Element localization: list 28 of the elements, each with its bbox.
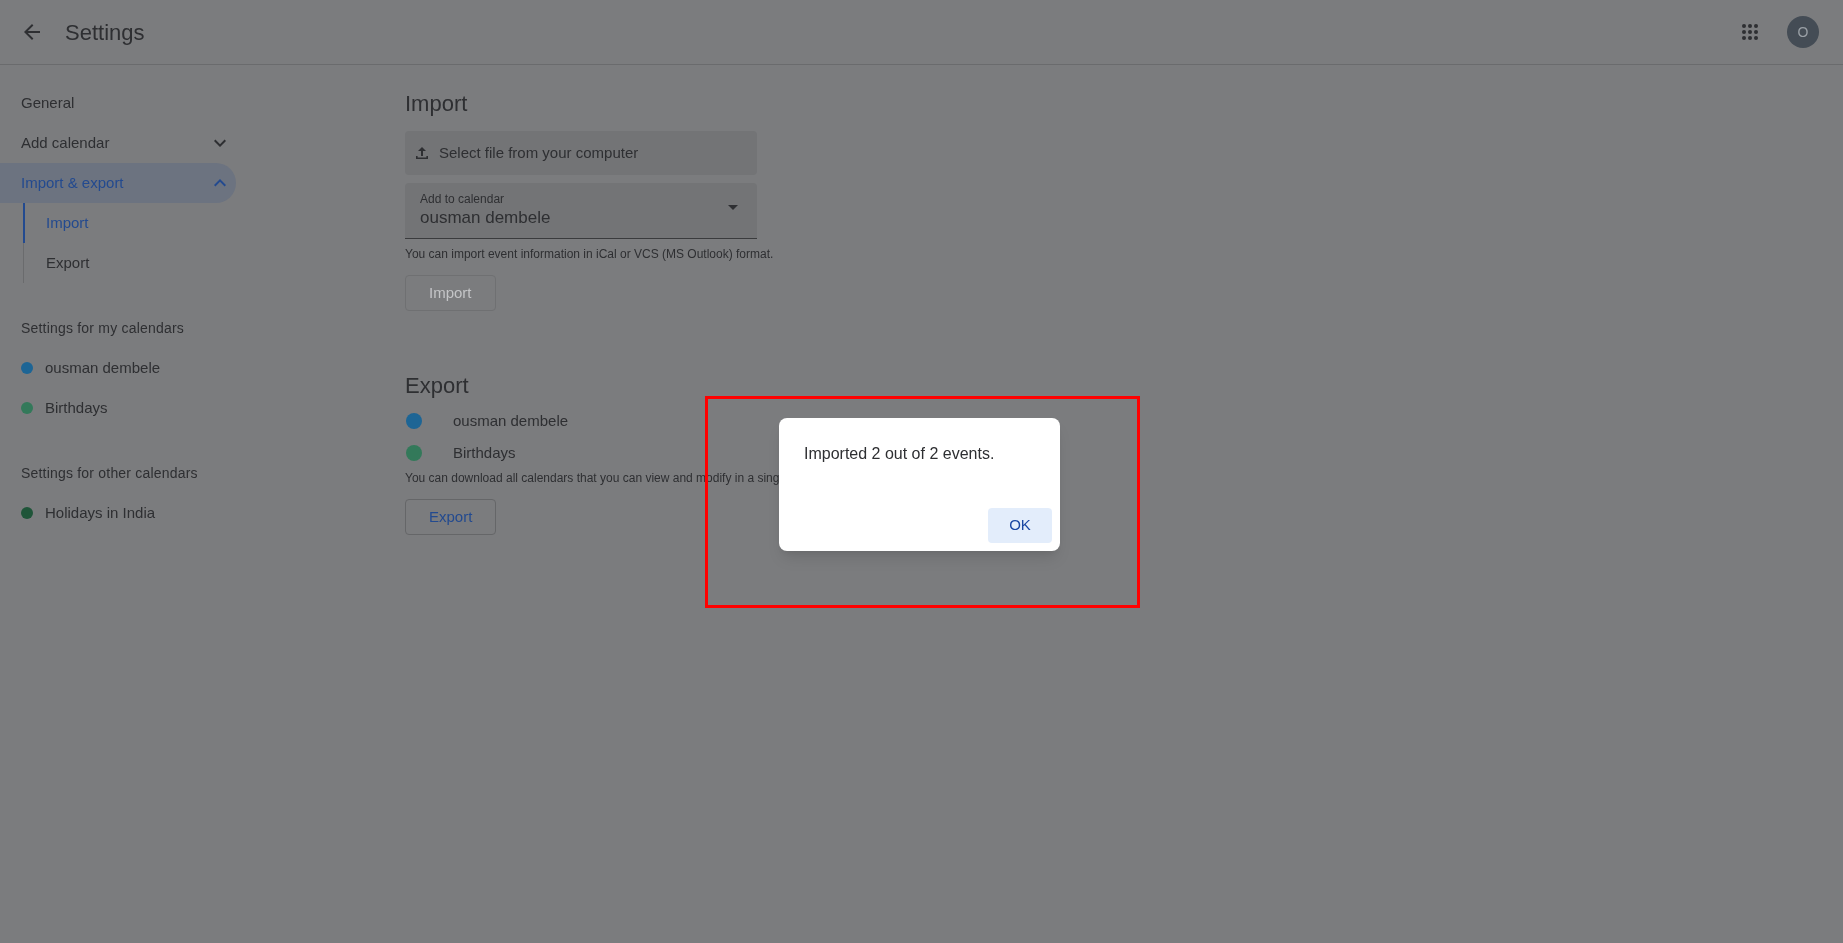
upload-icon <box>415 146 429 160</box>
section-heading: Settings for other calendars <box>20 463 199 483</box>
action-button[interactable]: Export <box>405 499 497 535</box>
chevron-down-icon <box>214 139 226 147</box>
calendar-dropdown[interactable]: Add to calendar ousman dembele <box>405 183 757 239</box>
calendar-name: Birthdays <box>453 442 516 463</box>
account-avatar[interactable]: O <box>1787 16 1819 48</box>
page-title: Settings <box>65 18 145 47</box>
sidebar-subitem[interactable]: Export <box>24 243 405 283</box>
sidebar-item[interactable]: Import & export <box>0 163 236 203</box>
field-value: ousman dembele <box>420 207 551 229</box>
file-select-button[interactable]: Select file from your computer <box>405 131 757 175</box>
dialog-message: Imported 2 out of 2 events. <box>804 444 995 464</box>
section-heading: Settings for my calendars <box>20 318 185 338</box>
section-title: Export <box>405 371 470 400</box>
section-title: Import <box>405 89 469 118</box>
field-label: Add to calendar <box>420 191 505 208</box>
apps-grid-icon[interactable] <box>1741 23 1759 41</box>
sidebar-item[interactable]: General <box>0 83 236 123</box>
chevron-up-icon <box>214 179 226 187</box>
calendar-name: ousman dembele <box>453 410 569 431</box>
ok-button[interactable]: OK <box>988 508 1052 543</box>
helper-text: You can import event information in iCal or VCS (MS Outlook) format. <box>405 246 775 263</box>
sidebar-item[interactable]: Add calendar <box>0 123 236 163</box>
dropdown-arrow-icon <box>728 205 738 210</box>
calendar-link[interactable]: ousman dembele <box>45 356 161 380</box>
calendar-link[interactable]: Birthdays <box>45 396 108 420</box>
calendar-link[interactable]: Holidays in India <box>45 501 156 525</box>
